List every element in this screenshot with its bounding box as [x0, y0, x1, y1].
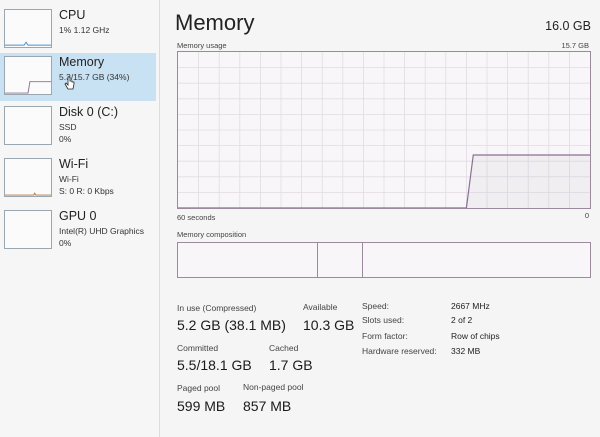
in-use-value: 5.2 GB (38.1 MB) — [177, 317, 286, 333]
sidebar-item-label: Wi-Fi — [59, 157, 89, 171]
sidebar-item-label: CPU — [59, 8, 86, 22]
sidebar-item-detail: 0% — [59, 238, 72, 248]
sidebar-item-label: Disk 0 (C:) — [59, 105, 119, 119]
available-label: Available — [303, 302, 338, 312]
sidebar-item-label: Memory — [59, 55, 105, 69]
sidebar-item-detail: S: 0 R: 0 Kbps — [59, 186, 114, 196]
form-factor-value: Row of chips — [451, 331, 500, 341]
wifi-thumbnail-graph — [4, 158, 52, 197]
memory-thumbnail-graph — [4, 56, 52, 95]
sidebar-item-memory[interactable]: Memory 5.3/15.7 GB (34%) — [0, 53, 156, 101]
speed-label: Speed: — [362, 301, 389, 311]
gpu-thumbnail-graph — [4, 210, 52, 249]
committed-label: Committed — [177, 343, 219, 353]
graph-time-span: 60 seconds — [177, 213, 216, 222]
sidebar-item-disk-0[interactable]: Disk 0 (C:) SSD 0% — [0, 103, 156, 151]
composition-segment-standby[interactable] — [178, 243, 364, 277]
sidebar-item-gpu-0[interactable]: GPU 0 Intel(R) UHD Graphics 0% — [0, 207, 156, 255]
performance-sidebar: CPU 1% 1.12 GHz Memory 5.3/15.7 GB (34%)… — [0, 0, 160, 437]
memory-usage-graph — [177, 51, 591, 209]
hardware-reserved-value: 332 MB — [451, 346, 481, 356]
graph-time-zero: 0 — [584, 211, 589, 220]
slots-used-value: 2 of 2 — [451, 315, 473, 325]
non-paged-pool-value: 857 MB — [243, 398, 292, 414]
memory-usage-label: Memory usage — [177, 41, 227, 50]
sidebar-item-detail: SSD — [59, 122, 77, 132]
speed-value: 2667 MHz — [451, 301, 490, 311]
non-paged-pool-label: Non-paged pool — [243, 382, 304, 392]
memory-detail-panel: Memory 16.0 GB Memory usage 15.7 GB 60 s… — [161, 0, 600, 437]
sidebar-item-label: GPU 0 — [59, 209, 97, 223]
paged-pool-value: 599 MB — [177, 398, 226, 414]
hand-pointer-icon — [64, 76, 75, 90]
page-title: Memory — [175, 10, 255, 35]
memory-composition-bar — [177, 242, 591, 278]
form-factor-label: Form factor: — [362, 331, 408, 341]
sidebar-item-detail: Wi-Fi — [59, 174, 79, 184]
paged-pool-label: Paged pool — [177, 383, 221, 393]
memory-composition-label: Memory composition — [177, 230, 247, 239]
cached-label: Cached — [269, 343, 299, 353]
memory-usage-max: 15.7 GB — [561, 41, 589, 50]
sidebar-item-detail: Intel(R) UHD Graphics — [59, 226, 145, 236]
memory-usage-chart — [178, 52, 590, 208]
sidebar-item-cpu[interactable]: CPU 1% 1.12 GHz — [0, 6, 156, 54]
total-memory: 16.0 GB — [545, 19, 591, 33]
hardware-reserved-label: Hardware reserved: — [362, 346, 437, 356]
task-manager-window: CPU 1% 1.12 GHz Memory 5.3/15.7 GB (34%)… — [0, 0, 600, 437]
sidebar-item-detail: 0% — [59, 134, 72, 144]
available-value: 10.3 GB — [303, 317, 355, 333]
disk-thumbnail-graph — [4, 106, 52, 145]
sidebar-item-detail: 1% 1.12 GHz — [59, 25, 110, 35]
slots-used-label: Slots used: — [362, 315, 405, 325]
sidebar-item-wifi[interactable]: Wi-Fi Wi-Fi S: 0 R: 0 Kbps — [0, 155, 156, 203]
cached-value: 1.7 GB — [269, 357, 313, 373]
cpu-thumbnail-graph — [4, 9, 52, 48]
committed-value: 5.5/18.1 GB — [177, 357, 252, 373]
in-use-label: In use (Compressed) — [177, 303, 257, 313]
